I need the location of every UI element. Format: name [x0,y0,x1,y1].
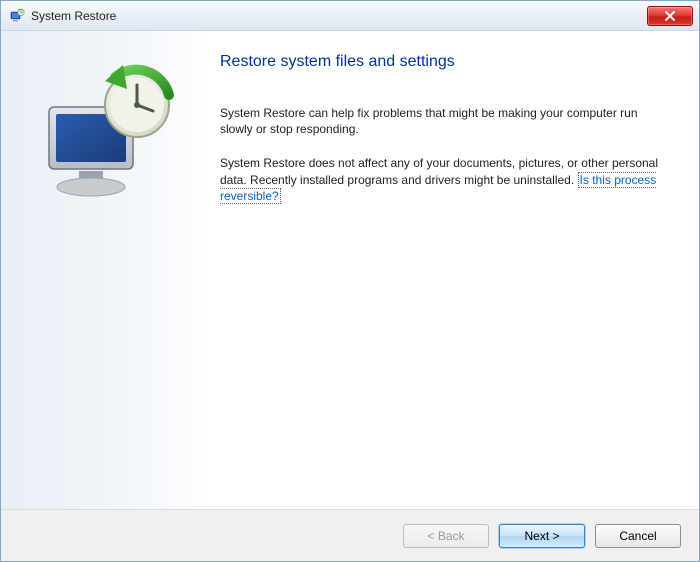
back-button: < Back [403,524,489,548]
cancel-button[interactable]: Cancel [595,524,681,548]
page-heading: Restore system files and settings [220,53,659,71]
titlebar-left: System Restore [9,8,116,24]
close-button[interactable] [647,6,693,26]
system-restore-icon [9,8,25,24]
close-icon [664,11,676,21]
dialog-body: Restore system files and settings System… [1,31,699,509]
next-button[interactable]: Next > [499,524,585,548]
wizard-main: Restore system files and settings System… [206,31,699,509]
window-title: System Restore [31,9,116,23]
wizard-footer: < Back Next > Cancel [1,509,699,561]
intro-paragraph-2: System Restore does not affect any of yo… [220,155,659,204]
wizard-sidebar [1,31,206,509]
titlebar: System Restore [1,1,699,31]
intro-paragraph-1: System Restore can help fix problems tha… [220,105,659,137]
system-restore-illustration [19,55,189,225]
system-restore-dialog: System Restore [0,0,700,562]
